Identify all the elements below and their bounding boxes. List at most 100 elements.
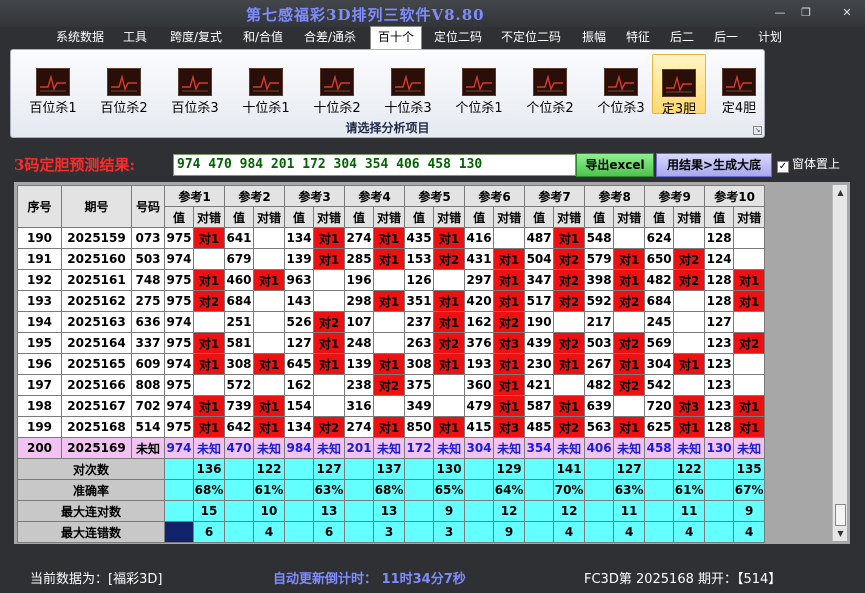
scroll-down-icon[interactable]: ▼ [833,526,848,541]
stats-spacer [224,479,255,501]
export-excel-button[interactable]: 导出excel [576,153,654,177]
tab-bsg[interactable]: 百十个 [370,26,422,49]
ref-result: 对1 [613,416,646,438]
stats-value: 10 [253,500,286,522]
ref-result [192,374,226,396]
stats-spacer [704,500,735,522]
stats-spacer [464,479,495,501]
tab-diff[interactable]: 合差/通杀 [298,27,362,48]
tool-button-2[interactable]: 百位杀2 [92,54,156,116]
ref-result: 对1 [313,353,346,375]
ref-value: 975 [164,290,194,312]
stats-value: 122 [673,458,706,480]
stats-value: 64% [493,479,526,501]
tab-span[interactable]: 跨度/复式 [163,27,229,48]
stats-spacer [524,500,555,522]
stats-value: 3 [373,521,406,543]
stats-value: 6 [313,521,346,543]
tab-last1[interactable]: 后一 [708,27,744,48]
ref-value: 126 [404,269,435,291]
ref-value: 679 [224,248,255,270]
tab-nonpos2[interactable]: 不定位二码 [496,27,566,48]
row-seq: 195 [17,332,62,354]
tab-plan[interactable]: 计划 [752,27,788,48]
ref-result [313,269,346,291]
subheader-result: 对错 [313,206,346,228]
chart-icon [178,68,212,96]
generate-base-button[interactable]: 用结果>生成大底 [656,153,772,177]
tool-button-7[interactable]: 个位杀1 [447,54,511,116]
tool-button-3[interactable]: 百位杀3 [163,54,227,116]
scroll-up-icon[interactable]: ▲ [833,185,848,200]
stats-value: 65% [433,479,466,501]
ref-value: 720 [644,395,675,417]
vertical-scrollbar[interactable]: ▲ ▼ [832,185,847,541]
ref-value: 975 [164,332,194,354]
ref-value: 684 [644,290,675,312]
minimize-button[interactable]: — [771,5,789,21]
tab-tools[interactable]: 工具 [117,27,153,48]
ref-result: 对1 [493,353,526,375]
results-table: 序号 期号 号码 参考1 参考2 参考3 参考4 参考5 参考6 参考7 参考8 参考9 参考10… [17,185,766,543]
tool-button-5[interactable]: 十位杀2 [305,54,369,116]
stats-spacer [164,500,194,522]
ref-result [673,332,706,354]
chart-icon [462,68,496,96]
checkbox-check-icon[interactable]: ✓ [777,161,789,173]
ref-value: 316 [344,395,375,417]
window-topmost-checkbox[interactable]: ✓ 窗体置上 [777,155,840,173]
restore-button[interactable]: ❐ [797,5,815,21]
prediction-result-field[interactable]: 974 470 984 201 172 304 354 406 458 130 [173,154,576,176]
tool-button-9[interactable]: 个位杀3 [589,54,653,116]
row-number: 073 [131,227,165,249]
current-data-status: 当前数据为：[福彩3D] [30,572,163,587]
ref-value: 581 [224,332,255,354]
tool-button-6[interactable]: 十位杀3 [376,54,440,116]
tab-system-data[interactable]: 系统数据 [50,27,110,48]
ref-value: 128 [704,269,735,291]
tool-button-11[interactable]: 定4胆 [712,54,766,116]
ref-value: 650 [644,248,675,270]
column-header-ref-5: 参考5 [404,185,466,207]
table-row: 196 2025165 609 974 对1 308 对1 645 对1 139 对1 308 对1 19… [17,353,766,375]
column-header-seq: 序号 [17,185,62,228]
subheader-result: 对错 [733,206,766,228]
stats-spacer [524,521,555,543]
ref-value: 624 [644,227,675,249]
tool-button-8[interactable]: 个位杀2 [518,54,582,116]
subheader-value: 值 [644,206,675,228]
tab-last2[interactable]: 后二 [664,27,700,48]
ref-value: 487 [524,227,555,249]
tab-sum[interactable]: 和/合值 [236,27,290,48]
subheader-result: 对错 [373,206,406,228]
ref-result [673,227,706,249]
subheader-value: 值 [404,206,435,228]
topmost-label: 窗体置上 [792,157,841,171]
ref-value: 458 [644,437,675,459]
ref-result: 对2 [433,332,466,354]
ref-value: 850 [404,416,435,438]
scrollbar-thumb[interactable] [835,504,846,526]
ref-result [733,353,766,375]
ref-result: 未知 [373,437,406,459]
ref-result: 对2 [192,290,226,312]
ribbon-launcher-icon[interactable]: ↘ [753,126,762,135]
tab-amplitude[interactable]: 振幅 [576,27,612,48]
ref-value: 347 [524,269,555,291]
ref-result [373,395,406,417]
close-button[interactable]: ✕ [838,5,856,21]
tab-features[interactable]: 特征 [620,27,656,48]
ref-result [733,248,766,270]
ref-result: 对1 [373,290,406,312]
tool-button-1[interactable]: 百位杀1 [21,54,85,116]
ref-result: 对1 [433,290,466,312]
ref-value: 134 [284,416,315,438]
stats-spacer [284,479,315,501]
stats-spacer [644,500,675,522]
table-row: 191 2025160 503 974 679 139 对1 285 对1 153 对2 431 对1 5… [17,248,766,270]
tool-button-4[interactable]: 十位杀1 [234,54,298,116]
tab-pos2[interactable]: 定位二码 [430,27,486,48]
tool-button-10[interactable]: 定3胆 [652,54,706,117]
ref-result [253,290,286,312]
ref-value: 984 [284,437,315,459]
